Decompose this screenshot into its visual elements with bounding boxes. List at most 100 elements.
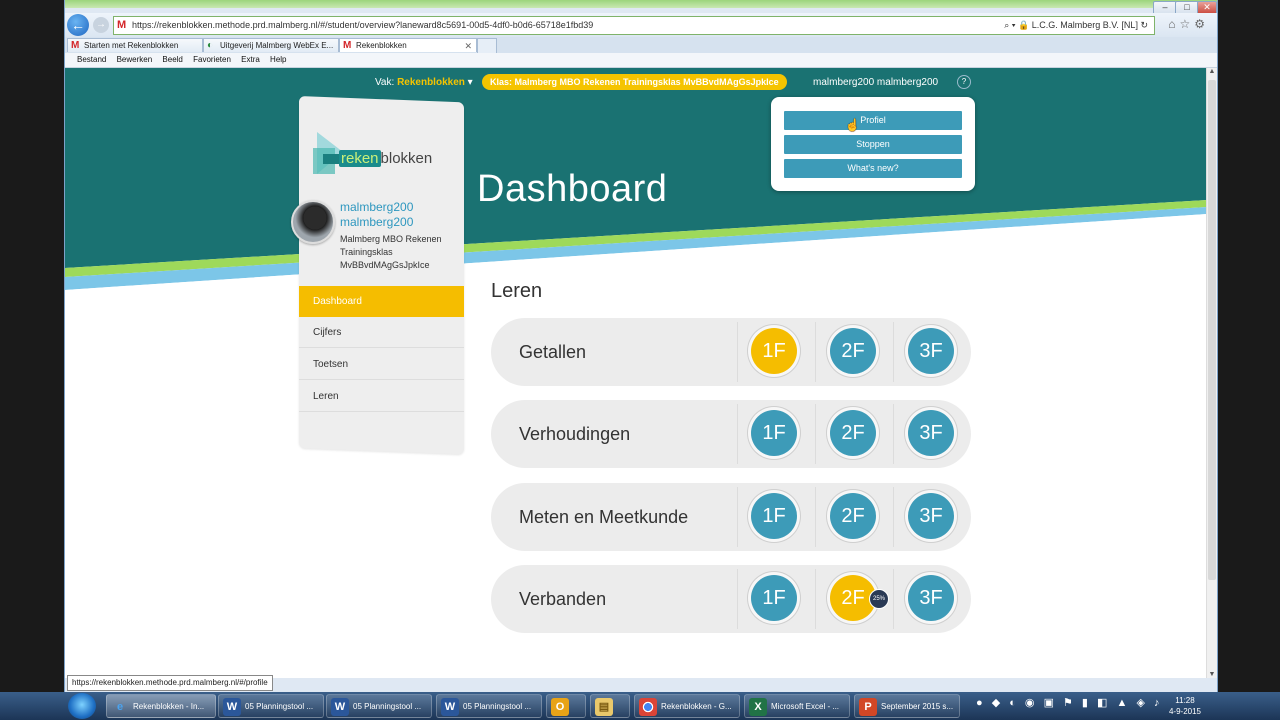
sidebar-item-toetsen[interactable]: Toetsen <box>299 349 464 380</box>
system-tray[interactable]: ● ◆ ◐ ◉ ▣ ⚑ ▮ ◧ ▲ ◈ ♪ <box>976 696 1162 709</box>
clock[interactable]: 11:28 4-9-2015 <box>1160 695 1210 717</box>
user-name[interactable]: malmberg200 malmberg200 <box>340 200 450 230</box>
tab-strip: M Starten met Rekenblokken ◐ Uitgeverij Ma… <box>65 37 1217 53</box>
word-icon: W <box>331 698 349 716</box>
sidebar-item-cijfers[interactable]: Cijfers <box>299 317 464 348</box>
level-3f-button[interactable]: 3F <box>908 575 954 621</box>
tab-label: Rekenblokken <box>356 41 407 50</box>
level-1f-button[interactable]: 1F <box>751 575 797 621</box>
home-icon[interactable]: ⌂ <box>1168 17 1179 31</box>
leren-heading: Leren <box>491 280 543 302</box>
menu-beeld[interactable]: Beeld <box>162 53 182 67</box>
domain-row-getallen: Getallen 1F 2F 3F <box>491 318 971 386</box>
taskbar-chrome[interactable]: Rekenblokken - G... <box>634 694 740 718</box>
settings-gear-icon[interactable]: ⚙ <box>1194 17 1209 31</box>
taskbar-excel[interactable]: X Microsoft Excel - ... <box>744 694 850 718</box>
start-button[interactable] <box>68 693 96 719</box>
scrollbar-thumb[interactable] <box>1208 80 1216 580</box>
level-1f-button[interactable]: 1F <box>751 328 797 374</box>
menu-favorieten[interactable]: Favorieten <box>193 53 231 67</box>
tab-starten[interactable]: M Starten met Rekenblokken <box>67 38 203 52</box>
url-text: https://rekenblokken.methode.prd.malmber… <box>132 20 594 30</box>
taskbar-outlook[interactable]: O <box>546 694 586 718</box>
taskbar-word-3[interactable]: W 05 Planningstool ... <box>436 694 542 718</box>
tab-webex[interactable]: ◐ Uitgeverij Malmberg WebEx E... <box>203 38 339 52</box>
forward-icon[interactable]: → <box>93 17 109 33</box>
back-icon[interactable]: ← <box>67 14 89 36</box>
avatar <box>291 200 335 244</box>
status-bar-url: https://rekenblokken.methode.prd.malmber… <box>67 675 273 691</box>
tab-rekenblokken[interactable]: M Rekenblokken ✕ <box>339 38 477 52</box>
taskbar-ie[interactable]: e Rekenblokken - In... <box>106 694 216 718</box>
scroll-down-icon[interactable]: ▼ <box>1207 671 1217 678</box>
malmberg-favicon-icon: M <box>343 40 352 51</box>
address-bar[interactable]: M https://rekenblokken.methode.prd.malmb… <box>113 16 1155 35</box>
taskbar-explorer[interactable]: ▤ <box>590 694 630 718</box>
level-1f-button[interactable]: 1F <box>751 410 797 456</box>
domain-label: Verbanden <box>519 589 607 609</box>
level-2f-button[interactable]: 2F <box>830 410 876 456</box>
domain-label: Getallen <box>519 342 587 362</box>
menu-help[interactable]: Help <box>270 53 286 67</box>
page-title: Dashboard <box>477 168 668 210</box>
menu-extra[interactable]: Extra <box>241 53 260 67</box>
level-3f-button[interactable]: 3F <box>908 493 954 539</box>
progress-badge: 25% <box>869 589 889 609</box>
window-titlebar <box>65 0 1217 8</box>
menu-bestand[interactable]: Bestand <box>77 53 106 67</box>
taskbar-powerpoint[interactable]: P September 2015 s... <box>854 694 960 718</box>
site-favicon-icon: M <box>117 19 127 31</box>
powerpoint-icon: P <box>859 698 877 716</box>
menu-bar: Bestand Bewerken Beeld Favorieten Extra … <box>65 53 1217 68</box>
help-icon[interactable]: ? <box>957 75 971 89</box>
address-row: ← → M https://rekenblokken.methode.prd.m… <box>65 13 1217 37</box>
taskbar: e Rekenblokken - In... W 05 Planningstool … <box>0 692 1280 720</box>
scroll-up-icon[interactable]: ▲ <box>1207 68 1217 75</box>
ie-icon: e <box>116 701 124 713</box>
vak-selector[interactable]: Vak: Rekenblokken ▾ <box>375 77 473 88</box>
domain-label: Meten en Meetkunde <box>519 507 689 527</box>
sidebar-item-dashboard[interactable]: Dashboard <box>299 286 464 317</box>
user-class: Malmberg MBO Rekenen Trainingsklas MvBBv… <box>340 234 442 270</box>
level-3f-button[interactable]: 3F <box>908 328 954 374</box>
domain-row-verhoudingen: Verhoudingen 1F 2F 3F <box>491 400 971 468</box>
whats-new-button[interactable]: What's new? <box>784 159 962 178</box>
lock-icon: 🔒 <box>1018 20 1032 30</box>
favorites-star-icon[interactable]: ☆ <box>1179 17 1194 31</box>
outlook-icon: O <box>551 698 569 716</box>
taskbar-word-1[interactable]: W 05 Planningstool ... <box>218 694 324 718</box>
tab-label: Uitgeverij Malmberg WebEx E... <box>220 41 334 50</box>
vertical-scrollbar[interactable]: ▲ ▼ <box>1206 68 1217 678</box>
folder-icon: ▤ <box>595 698 613 716</box>
taskbar-word-2[interactable]: W 05 Planningstool ... <box>326 694 432 718</box>
top-bar: Vak: Rekenblokken ▾ Klas: Malmberg MBO R… <box>65 74 1207 92</box>
menu-bewerken[interactable]: Bewerken <box>117 53 153 67</box>
new-tab-button[interactable] <box>477 38 497 53</box>
tray-icons[interactable]: ● ◆ ◐ ◉ ▣ ⚑ ▮ ◧ ▲ ◈ ♪ <box>976 697 1162 709</box>
excel-icon: X <box>749 698 767 716</box>
level-2f-button[interactable]: 2F <box>830 493 876 539</box>
level-1f-button[interactable]: 1F <box>751 493 797 539</box>
sidebar-item-leren[interactable]: Leren <box>299 381 464 412</box>
search-icon[interactable]: ⌕ ▾ <box>1004 20 1018 30</box>
page-content: Vak: Rekenblokken ▾ Klas: Malmberg MBO R… <box>65 68 1207 678</box>
klas-selector[interactable]: Klas: Malmberg MBO Rekenen Trainingsklas… <box>482 74 787 90</box>
user-menu[interactable]: malmberg200 malmberg200 <box>813 77 938 88</box>
stoppen-button[interactable]: Stoppen <box>784 135 962 154</box>
chrome-icon <box>639 698 657 716</box>
domain-label: Verhoudingen <box>519 424 631 444</box>
malmberg-favicon-icon: M <box>71 40 80 51</box>
level-2f-button[interactable]: 2F <box>830 328 876 374</box>
globe-favicon-icon: ◐ <box>207 40 214 51</box>
level-3f-button[interactable]: 3F <box>908 410 954 456</box>
site-identity[interactable]: L.C.G. Malmberg B.V. [NL] <box>1032 20 1138 30</box>
close-tab-icon[interactable]: ✕ <box>464 39 472 52</box>
refresh-icon[interactable]: ↻ <box>1138 20 1148 30</box>
hand-cursor-icon: ☝ <box>845 118 860 132</box>
chevron-down-icon: ▾ <box>467 77 473 88</box>
rekenblokken-logo: reken blokken <box>313 130 453 180</box>
profiel-button[interactable]: Profiel <box>784 111 962 130</box>
tab-label: Starten met Rekenblokken <box>84 41 179 50</box>
domain-row-verbanden: Verbanden 1F 2F 25% 3F <box>491 565 971 633</box>
word-icon: W <box>441 698 459 716</box>
